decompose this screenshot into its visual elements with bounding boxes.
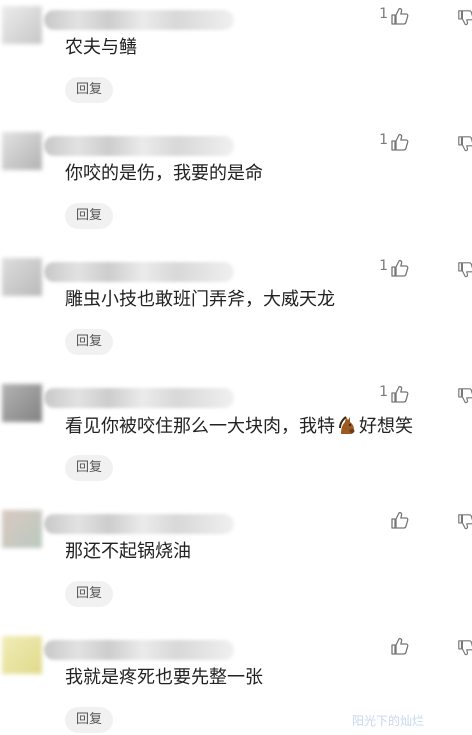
comment-text: 农夫与鳝 [65,37,137,58]
thumbs-down-icon[interactable] [457,512,472,532]
reply-button[interactable]: 回复 [65,581,113,607]
blurred-username[interactable] [44,262,234,282]
thumbs-down-icon[interactable] [457,134,472,154]
comment-text: 看见你被咬住那么一大块肉，我特 好想笑 [65,414,413,439]
watermark: 阳光下的灿烂 [352,714,425,728]
thumbs-up-icon[interactable] [390,132,410,152]
reply-button[interactable]: 回复 [65,329,113,355]
comment-text-part: 好想笑 [359,416,413,437]
reply-button[interactable]: 回复 [65,77,113,103]
like-count: 1 [379,258,388,274]
thumbs-down-icon[interactable] [457,260,472,280]
like-count: 1 [379,132,388,148]
thumbs-up-icon[interactable] [390,384,410,404]
blurred-username[interactable] [44,10,234,30]
reply-button[interactable]: 回复 [65,707,113,733]
avatar[interactable] [2,6,42,44]
blurred-username[interactable] [44,640,234,660]
blurred-username[interactable] [44,388,234,408]
comment-item: 1 雕虫小技也敢班门弄斧，大威天龙 回复 [0,252,472,378]
avatar[interactable] [2,258,42,296]
reply-button[interactable]: 回复 [65,203,113,229]
thumbs-down-icon[interactable] [457,8,472,28]
avatar[interactable] [2,510,42,548]
thumbs-up-icon[interactable] [390,6,410,26]
blurred-username[interactable] [44,136,234,156]
avatar[interactable] [2,636,42,674]
comment-text-part: 看见你被咬住那么一大块肉，我特 [65,416,335,437]
blurred-username[interactable] [44,514,234,534]
thumbs-down-icon[interactable] [457,386,472,406]
horse-face-emoji [339,416,355,434]
reply-button[interactable]: 回复 [65,455,113,481]
avatar[interactable] [2,384,42,422]
thumbs-up-icon[interactable] [390,510,410,530]
comment-item: 1 看见你被咬住那么一大块肉，我特 好想笑 回复 [0,378,472,504]
comment-text: 我就是疼死也要先整一张 [65,667,263,688]
comment-list: 1 农夫与鳝 回复 1 你咬的是伤，我要的是命 回复 1 雕虫小技也敢班门弄斧，… [0,0,472,735]
comment-item: 1 农夫与鳝 回复 [0,0,472,126]
like-count: 1 [379,384,388,400]
thumbs-up-icon[interactable] [390,258,410,278]
like-count: 1 [379,6,388,22]
comment-item: 1 你咬的是伤，我要的是命 回复 [0,126,472,252]
comment-text: 你咬的是伤，我要的是命 [65,163,263,184]
comment-item: 那还不起锅烧油 回复 [0,504,472,630]
thumbs-down-icon[interactable] [457,638,472,658]
comment-text: 那还不起锅烧油 [65,541,191,562]
comment-text: 雕虫小技也敢班门弄斧，大威天龙 [65,289,335,310]
thumbs-up-icon[interactable] [390,636,410,656]
avatar[interactable] [2,132,42,170]
